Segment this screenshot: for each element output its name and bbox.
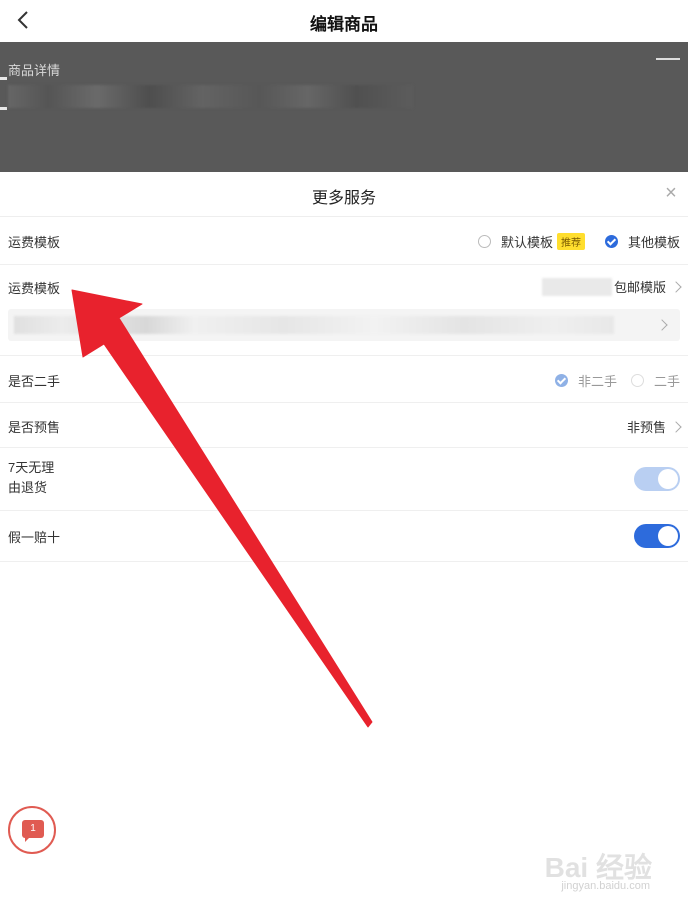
shipping-template-mode-label: 运费模板 [8, 235, 61, 250]
second-hand-row: 是否二手 非二手 二手 [0, 356, 688, 403]
more-services-sheet: 更多服务 × 运费模板 默认模板 推荐 其他模板 运费模板 包邮模版 是否二手 [0, 172, 688, 912]
template-detail-box[interactable] [8, 309, 680, 341]
fake-compensation-label: 假一赔十 [8, 530, 61, 545]
seven-day-return-row: 7天无理 由退货 [0, 448, 688, 511]
shipping-template-mode-row: 运费模板 默认模板 推荐 其他模板 [0, 217, 688, 265]
not-second-hand-radio-checked[interactable] [554, 374, 568, 387]
dimmed-background[interactable]: 商品详情 [0, 42, 688, 174]
close-icon[interactable]: × [664, 183, 678, 203]
chat-bubble-tail [25, 837, 30, 842]
default-template-radio[interactable] [477, 235, 491, 248]
other-template-option-label[interactable]: 其他模板 [628, 232, 680, 251]
chevron-right-icon [656, 319, 668, 331]
recommended-badge: 推荐 [556, 233, 585, 250]
blurred-content-mark [0, 77, 7, 80]
seven-day-return-label-line1: 7天无理 [8, 460, 55, 475]
chat-bubble-icon: 1 [22, 820, 44, 838]
sheet-header: 更多服务 × [0, 172, 688, 217]
toggle-knob [658, 469, 678, 489]
blurred-content-mark [0, 107, 7, 110]
chevron-right-icon [670, 280, 682, 293]
chat-float-button[interactable]: 1 [8, 806, 56, 854]
page-title: 编辑商品 [310, 15, 378, 34]
product-details-label: 商品详情 [8, 63, 61, 78]
blurred-product-text [8, 85, 413, 108]
blurred-content-mark [656, 58, 680, 60]
presale-label: 是否预售 [8, 420, 61, 435]
seven-day-return-label: 7天无理 由退货 [8, 458, 54, 498]
shipping-template-value: 包邮模版 [613, 280, 666, 295]
fake-compensation-row: 假一赔十 [0, 511, 688, 562]
second-hand-label: 是否二手 [8, 374, 61, 389]
baidu-watermark-url: jingyan.baidu.com [561, 880, 650, 892]
other-template-radio-checked[interactable] [604, 235, 618, 248]
second-hand-radio[interactable] [630, 374, 644, 387]
blurred-template-detail [14, 316, 614, 334]
seven-day-return-label-line2: 由退货 [8, 480, 48, 495]
presale-selector[interactable]: 非预售 [626, 417, 682, 436]
seven-day-return-toggle-wrap [634, 467, 680, 491]
second-hand-options: 非二手 二手 [554, 371, 680, 390]
fake-compensation-toggle[interactable] [634, 524, 680, 548]
seven-day-return-toggle[interactable] [634, 467, 680, 491]
not-second-hand-option-label[interactable]: 非二手 [578, 371, 617, 390]
presale-value: 非预售 [626, 420, 666, 435]
sheet-title: 更多服务 [311, 190, 376, 207]
blurred-template-name [541, 277, 612, 296]
second-hand-option-label[interactable]: 二手 [654, 371, 680, 390]
toggle-knob [658, 526, 678, 546]
shipping-template-label: 运费模板 [8, 281, 61, 296]
default-template-option-label[interactable]: 默认模板 [501, 232, 553, 251]
shipping-template-options: 默认模板 推荐 其他模板 [477, 232, 680, 251]
presale-row[interactable]: 是否预售 非预售 [0, 403, 688, 448]
top-nav-bar: 编辑商品 [0, 0, 688, 43]
shipping-template-selector[interactable]: 包邮模版 [541, 277, 682, 296]
shipping-template-row[interactable]: 运费模板 包邮模版 [0, 265, 688, 356]
chevron-right-icon [670, 420, 682, 433]
fake-compensation-toggle-wrap [634, 524, 680, 548]
